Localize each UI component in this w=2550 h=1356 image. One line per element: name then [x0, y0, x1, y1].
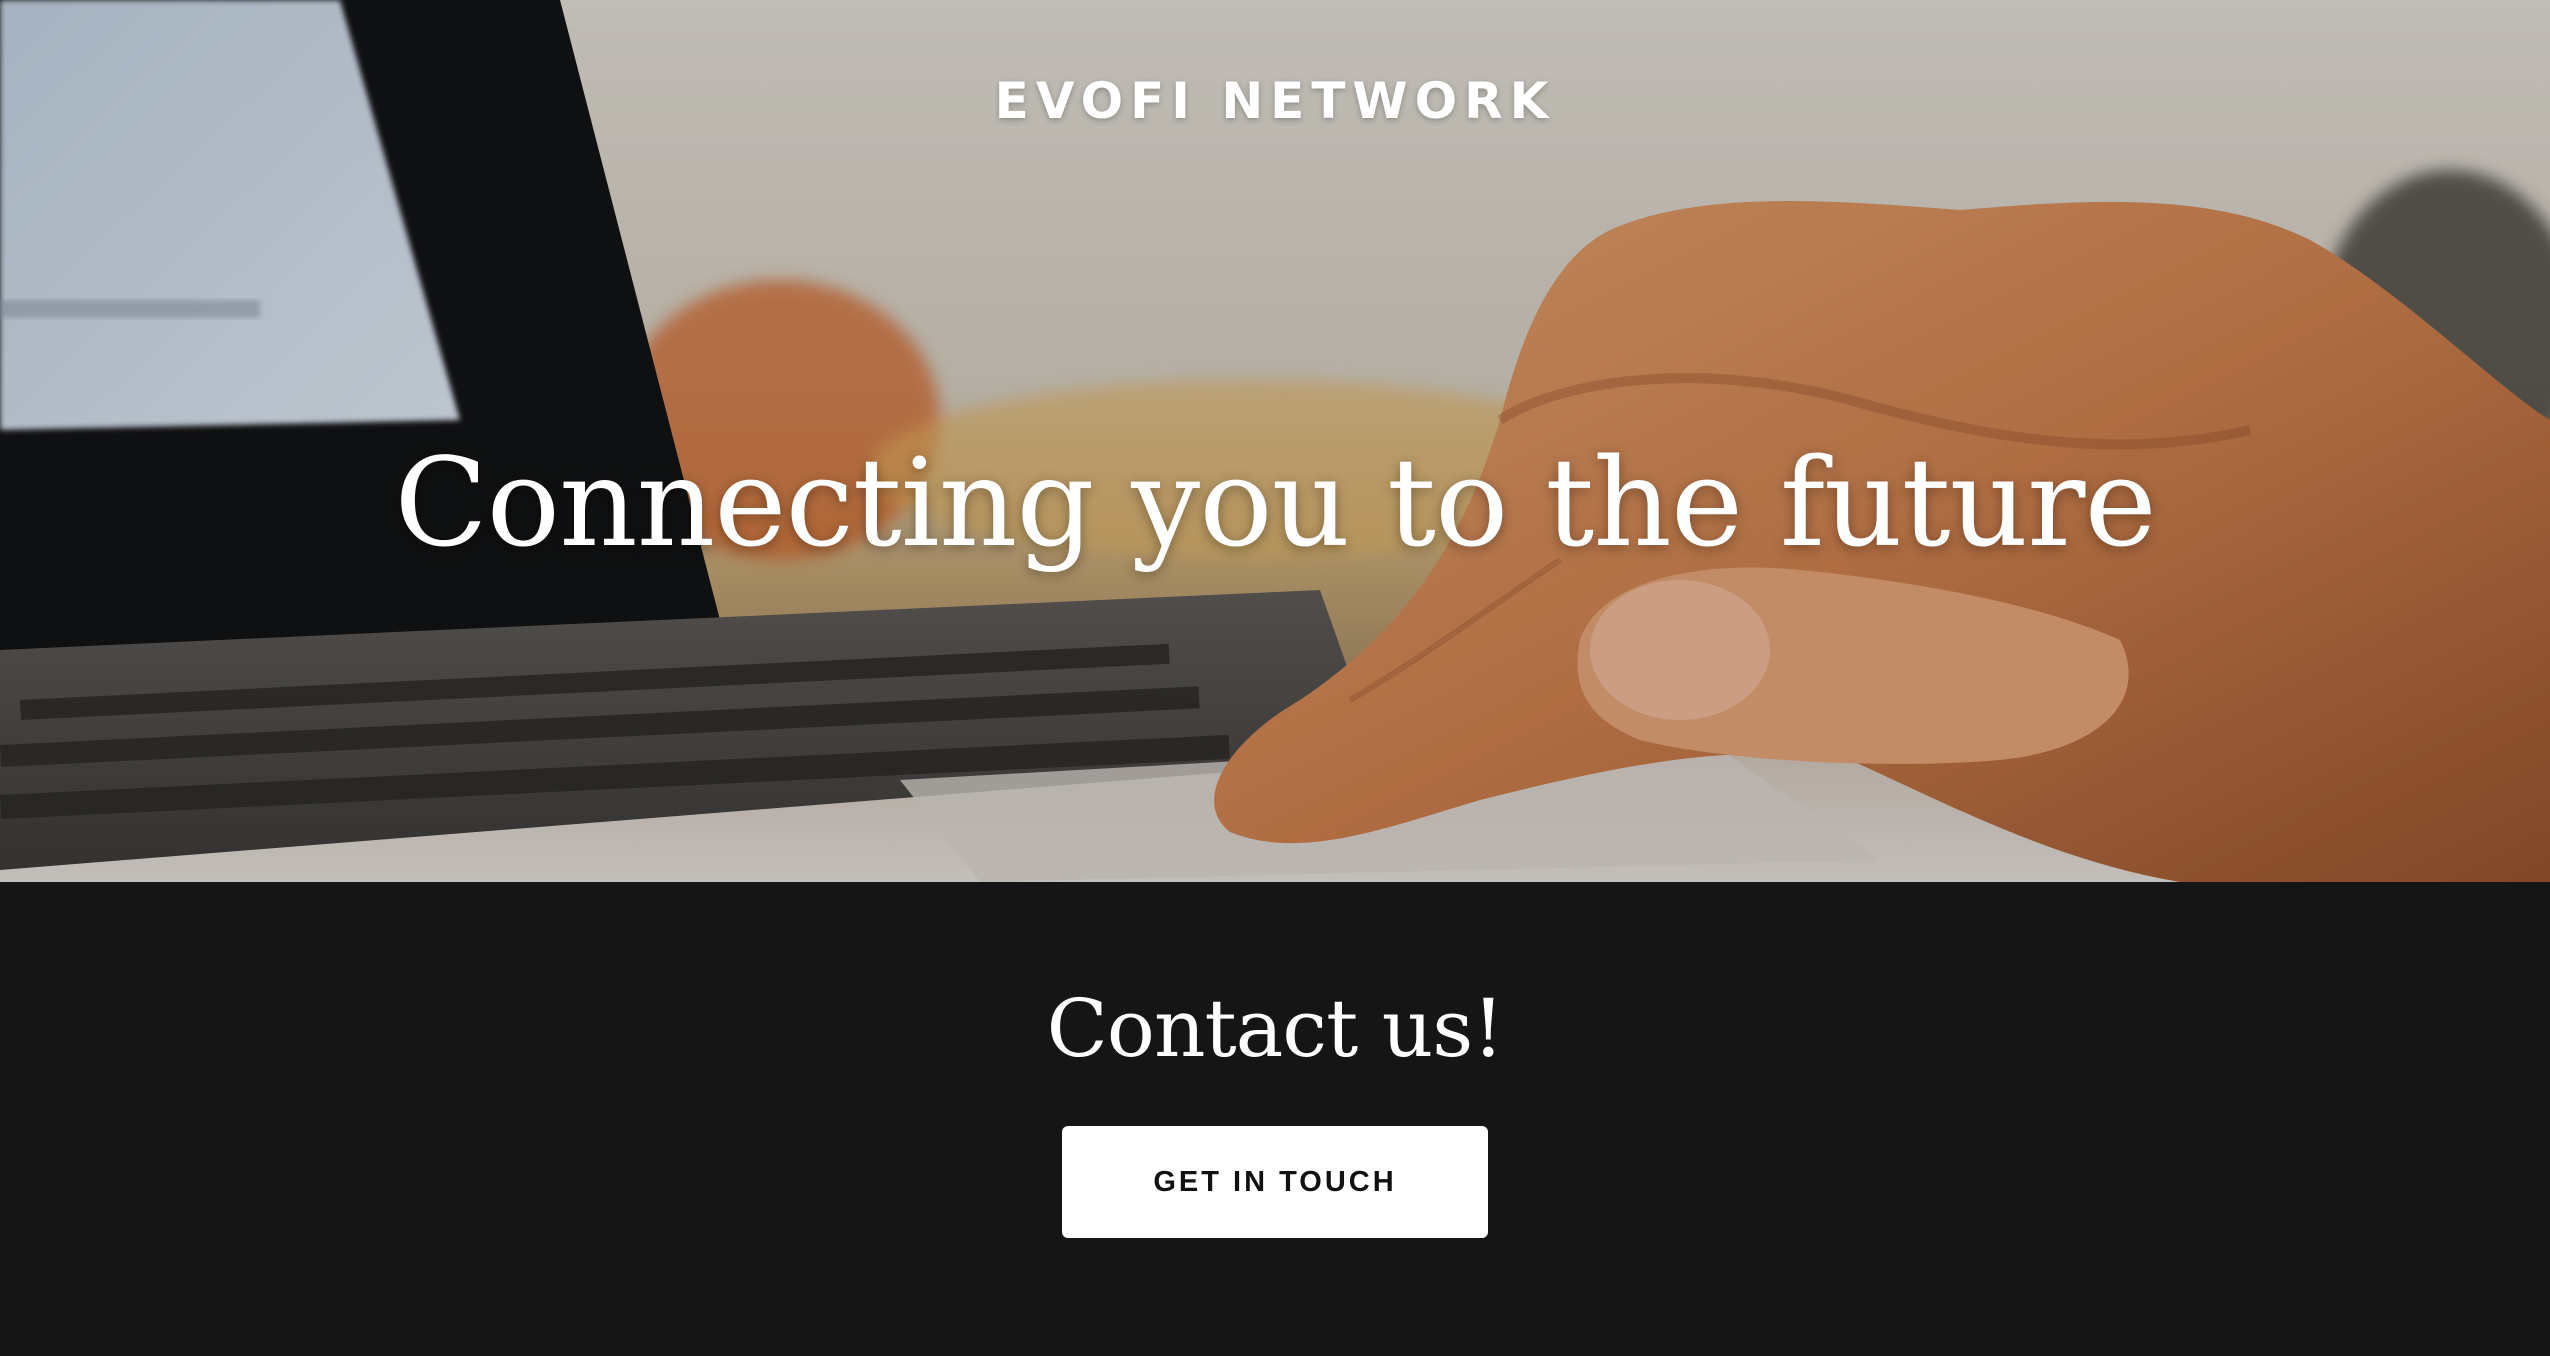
get-in-touch-button[interactable]: GET IN TOUCH [1062, 1126, 1488, 1238]
site-brand[interactable]: EVOFI NETWORK [0, 72, 2550, 130]
contact-title: Contact us! [1046, 982, 1505, 1075]
hero-headline: Connecting you to the future [394, 432, 2156, 574]
contact-section: Contact us! GET IN TOUCH [0, 882, 2550, 1356]
page: EVOFI NETWORK Connecting you to the futu… [0, 0, 2550, 1356]
hero-section: EVOFI NETWORK Connecting you to the futu… [0, 0, 2550, 882]
